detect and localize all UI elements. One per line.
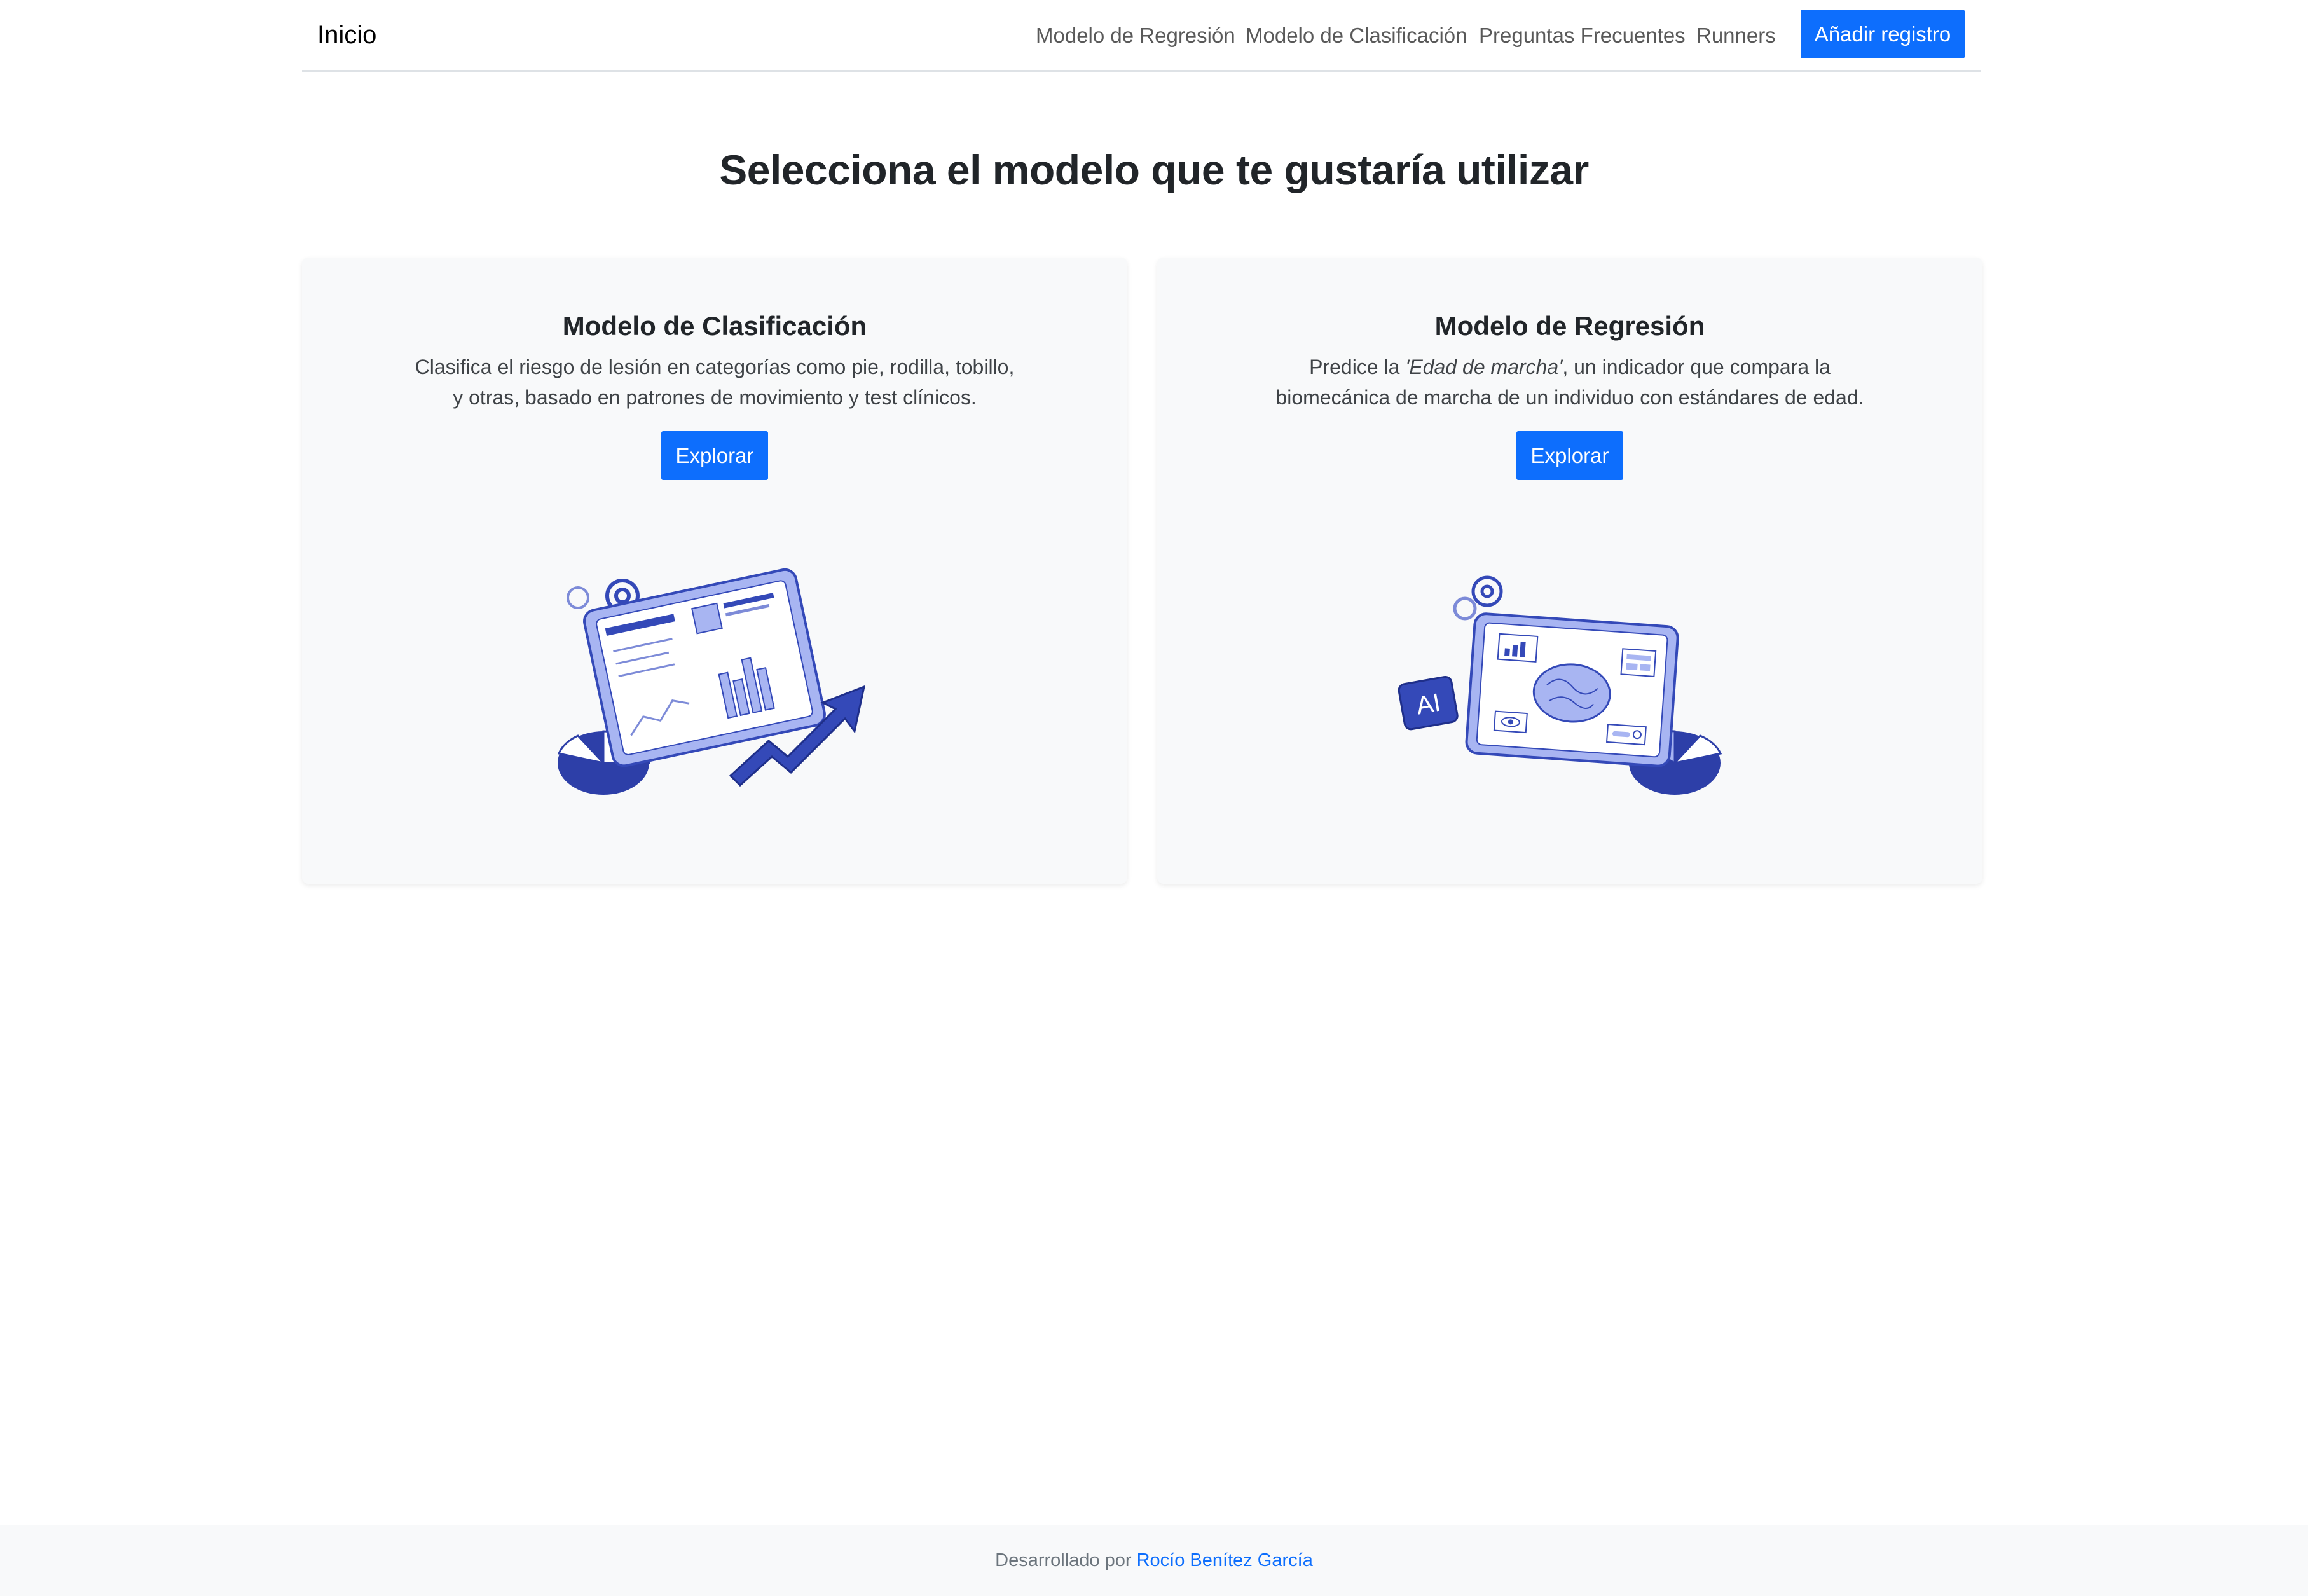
gear-icon <box>1453 575 1503 621</box>
nav-link-regression[interactable]: Modelo de Regresión <box>1036 21 1235 50</box>
explore-classification-button[interactable]: Explorar <box>661 431 768 480</box>
nav-link-faq[interactable]: Preguntas Frecuentes <box>1479 21 1686 50</box>
nav-link-runners[interactable]: Runners <box>1696 21 1776 50</box>
footer: Desarrollado por Rocío Benítez García <box>0 1525 2308 1596</box>
description-line-2: biomecánica de marcha de un individuo co… <box>1275 386 1864 409</box>
footer-prefix: Desarrollado por <box>995 1550 1132 1571</box>
description-prefix: Predice la <box>1309 355 1406 378</box>
ai-badge-icon: AI <box>1398 675 1459 731</box>
description-line-1: Clasifica el riesgo de lesión en categor… <box>415 355 1015 378</box>
description-suffix: , un indicador que compara la <box>1562 355 1831 378</box>
page-title: Selecciona el modelo que te gustaría uti… <box>719 146 1589 193</box>
card-description-regression: Predice la 'Edad de marcha', un indicado… <box>1253 352 1887 413</box>
footer-credits: Desarrollado por Rocío Benítez García <box>0 1548 2308 1573</box>
card-description-classification: Clasifica el riesgo de lesión en categor… <box>397 352 1032 413</box>
regression-model-card: Modelo de Regresión Predice la 'Edad de … <box>1157 258 1982 884</box>
regression-illustration: AI <box>1398 575 1722 795</box>
card-title-classification: Modelo de Clasificación <box>562 311 867 341</box>
dashboard-tablet-icon <box>583 568 826 767</box>
author-link[interactable]: Rocío Benítez García <box>1137 1550 1313 1571</box>
nav-links: Modelo de Regresión Modelo de Clasificac… <box>302 21 1981 50</box>
ai-tablet-icon <box>1465 612 1679 767</box>
classification-model-card: Modelo de Clasificación Clasifica el rie… <box>302 258 1127 884</box>
nav-link-classification[interactable]: Modelo de Clasificación <box>1246 21 1467 50</box>
description-line-2: y otras, basado en patrones de movimient… <box>453 386 977 409</box>
navbar: Inicio Modelo de Regresión Modelo de Cla… <box>302 0 1981 72</box>
explore-regression-button[interactable]: Explorar <box>1516 431 1623 480</box>
classification-illustration <box>557 568 866 795</box>
add-record-button[interactable]: Añadir registro <box>1801 10 1965 58</box>
description-emphasis: 'Edad de marcha' <box>1405 355 1563 378</box>
ai-badge-label: AI <box>1414 689 1443 720</box>
card-title-regression: Modelo de Regresión <box>1434 311 1705 341</box>
